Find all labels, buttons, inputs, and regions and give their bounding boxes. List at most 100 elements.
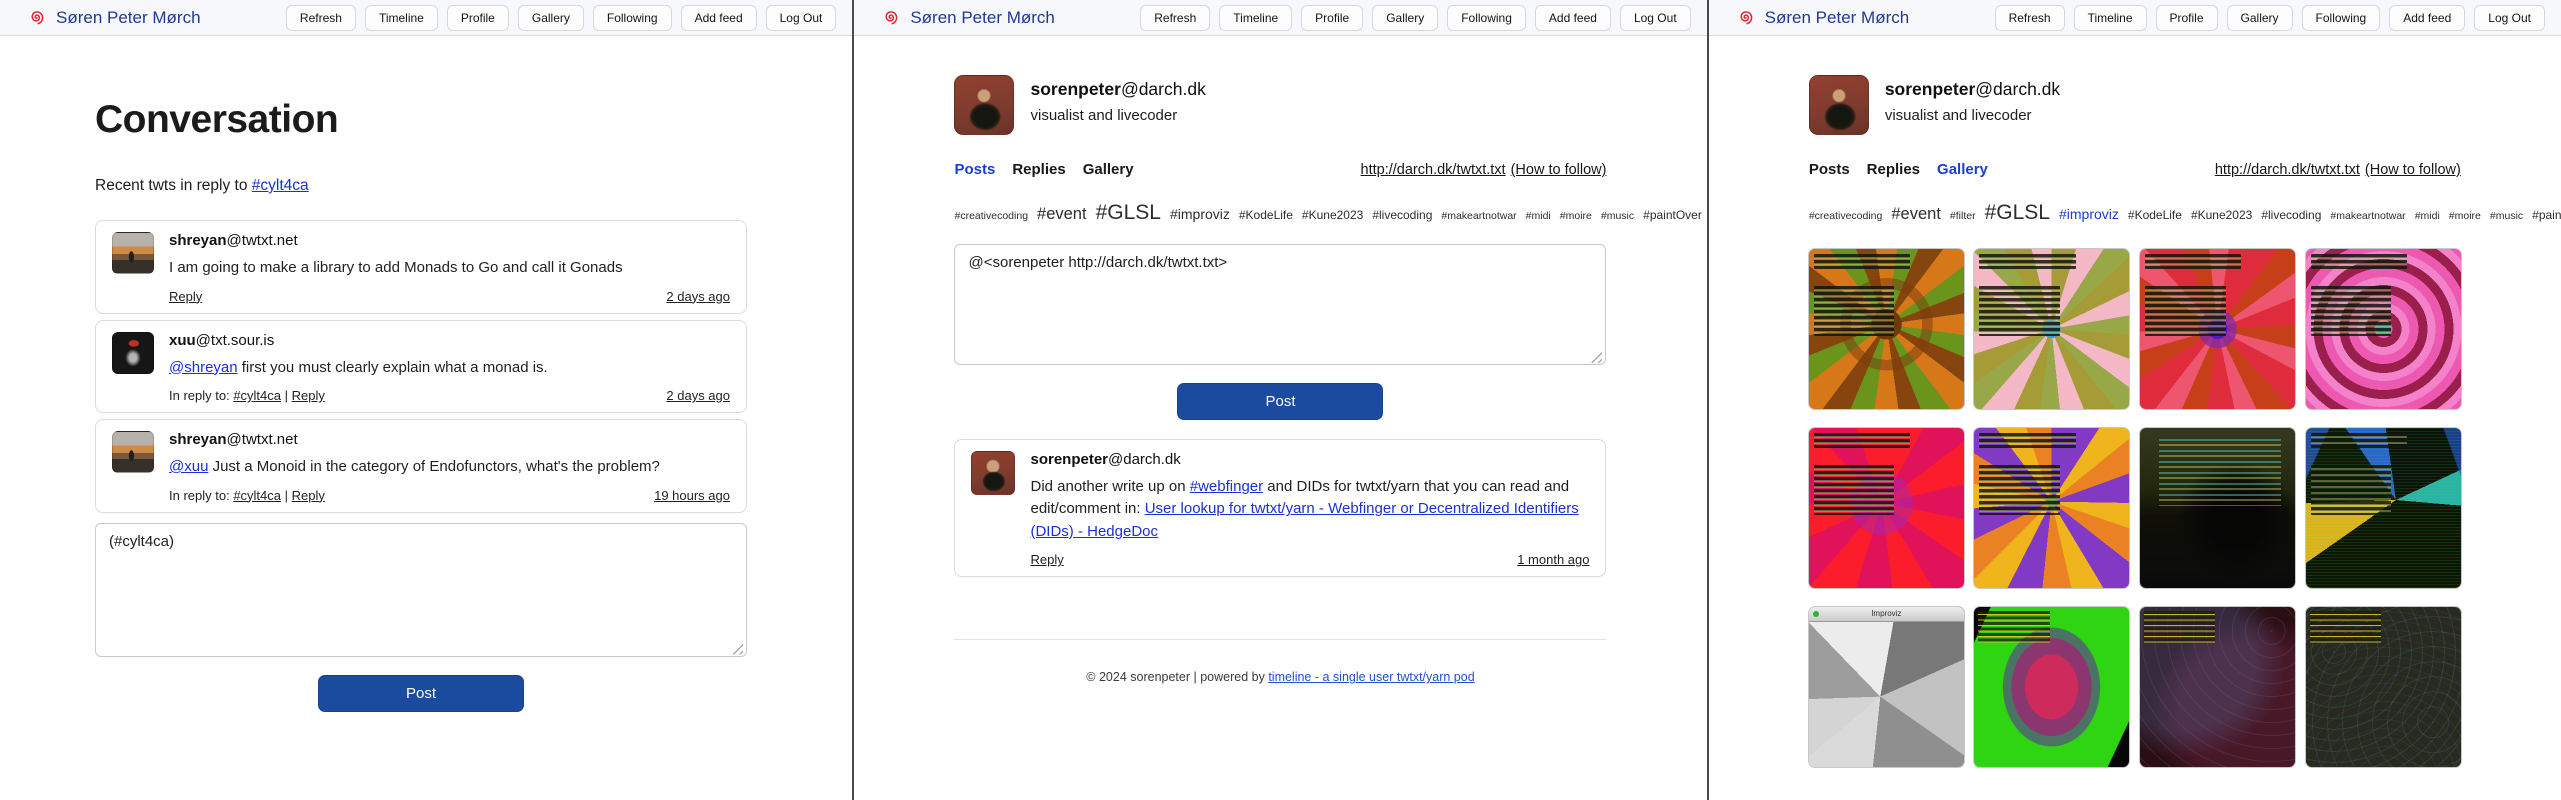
how-to-follow-link[interactable]: (How to follow) [2365,162,2461,178]
nav-button[interactable]: Add feed [681,5,757,31]
composer-textarea[interactable]: (#cylt4ca) [95,523,747,657]
gallery-image[interactable] [1974,428,2129,588]
gallery-image[interactable] [1809,249,1964,409]
timestamp-link[interactable]: 19 hours ago [654,488,730,503]
nav-button[interactable]: Log Out [1620,5,1691,31]
nav-button[interactable]: Timeline [365,5,438,31]
tag-link[interactable]: #paintOver [2532,208,2561,222]
profile-tab[interactable]: Gallery [1083,161,1134,178]
tag-link[interactable]: #GLSL [1096,201,1161,224]
profile-tab[interactable]: Gallery [1937,161,1988,178]
tag-link[interactable]: #improviz [1170,206,1230,222]
avatar[interactable] [971,451,1015,495]
post-button[interactable]: Post [318,675,524,712]
timeline-pod-link[interactable]: timeline - a single user twtxt/yarn pod [1268,670,1474,684]
nav-button[interactable]: Add feed [1535,5,1611,31]
nav-button[interactable]: Profile [447,5,509,31]
tag-link[interactable]: #makeartnotwar [1441,210,1516,222]
tag-link[interactable]: #creativecoding [954,210,1028,222]
tag-link[interactable]: #event [1891,205,1941,223]
tag-link[interactable]: #makeartnotwar [2330,210,2405,222]
nav-button[interactable]: Following [593,5,672,31]
tag-link[interactable]: #filter [1950,210,1976,222]
tag-link[interactable]: #music [1601,210,1634,222]
in-reply-hash-link[interactable]: #cylt4ca [233,388,281,403]
feed-url-link[interactable]: http://darch.dk/twtxt.txt [1361,162,1506,178]
tag-link[interactable]: #KodeLife [1239,208,1293,222]
profile-tab[interactable]: Posts [954,161,995,178]
spiral-logo-icon[interactable] [26,7,47,28]
gallery-image[interactable] [1974,249,2129,409]
gallery-image[interactable] [2306,428,2461,588]
conversation-hash-link[interactable]: #cylt4ca [252,177,309,194]
timestamp-link[interactable]: 2 days ago [666,388,730,403]
gallery-image[interactable]: Improviz [1809,607,1964,767]
gallery-image[interactable] [2140,607,2295,767]
brand-title[interactable]: Søren Peter Mørch [1765,8,1910,28]
brand-title[interactable]: Søren Peter Mørch [910,8,1055,28]
gallery-image[interactable] [2140,428,2295,588]
nav-button[interactable]: Profile [2156,5,2218,31]
nav-button[interactable]: Refresh [1140,5,1210,31]
spiral-logo-icon[interactable] [1735,7,1756,28]
tag-link[interactable]: #paintOver [1643,208,1702,222]
tag-link[interactable]: #Kune2023 [2191,208,2252,222]
post-button[interactable]: Post [1177,383,1383,420]
nav-button[interactable]: Add feed [2389,5,2465,31]
profile-avatar[interactable] [954,75,1014,135]
tag-link[interactable]: #improviz [2059,206,2119,222]
code-overlay [2311,286,2392,336]
reply-link[interactable]: Reply [169,289,202,304]
reply-link[interactable]: Reply [292,488,325,503]
gallery-image[interactable] [2306,249,2461,409]
nav-button[interactable]: Refresh [1995,5,2065,31]
profile-avatar[interactable] [1809,75,1869,135]
tag-link[interactable]: #creativecoding [1809,210,1883,222]
avatar[interactable] [112,431,154,473]
gallery-image[interactable] [1974,607,2129,767]
feed-url-link[interactable]: http://darch.dk/twtxt.txt [2215,162,2360,178]
nav-button[interactable]: Profile [1301,5,1363,31]
reply-link[interactable]: Reply [292,388,325,403]
gallery-image[interactable] [2306,607,2461,767]
tag-link[interactable]: #moire [2449,210,2481,222]
avatar[interactable] [112,232,154,274]
avatar[interactable] [112,332,154,374]
nav-button[interactable]: Gallery [2227,5,2293,31]
tag-link[interactable]: #event [1037,205,1087,223]
nav-button[interactable]: Log Out [766,5,837,31]
mention-link[interactable]: @shreyan [169,359,238,376]
tag-link[interactable]: #music [2490,210,2523,222]
timestamp-link[interactable]: 1 month ago [1517,552,1589,567]
mention-link[interactable]: @xuu [169,458,208,475]
spiral-logo-icon[interactable] [880,7,901,28]
timestamp-link[interactable]: 2 days ago [666,289,730,304]
nav-button[interactable]: Following [2302,5,2381,31]
tag-link[interactable]: #GLSL [1985,201,2050,224]
nav-button[interactable]: Following [1447,5,1526,31]
gallery-image[interactable] [1809,428,1964,588]
profile-tab[interactable]: Replies [1012,161,1065,178]
nav-button[interactable]: Log Out [2474,5,2545,31]
nav-button[interactable]: Timeline [2074,5,2147,31]
tag-link[interactable]: #midi [1526,210,1551,222]
brand-title[interactable]: Søren Peter Mørch [56,8,201,28]
tag-link[interactable]: #midi [2415,210,2440,222]
reply-link[interactable]: Reply [1030,552,1063,567]
nav-button[interactable]: Refresh [286,5,356,31]
webfinger-tag-link[interactable]: #webfinger [1190,478,1263,495]
tag-link[interactable]: #Kune2023 [1302,208,1363,222]
nav-button[interactable]: Gallery [1372,5,1438,31]
how-to-follow-link[interactable]: (How to follow) [1511,162,1607,178]
nav-button[interactable]: Gallery [518,5,584,31]
gallery-image[interactable] [2140,249,2295,409]
in-reply-hash-link[interactable]: #cylt4ca [233,488,281,503]
profile-tab[interactable]: Posts [1809,161,1850,178]
composer-textarea[interactable]: @<sorenpeter http://darch.dk/twtxt.txt> [954,244,1606,365]
tag-link[interactable]: #livecoding [2261,208,2321,222]
tag-link[interactable]: #livecoding [1372,208,1432,222]
tag-link[interactable]: #moire [1560,210,1592,222]
nav-button[interactable]: Timeline [1219,5,1292,31]
profile-tab[interactable]: Replies [1867,161,1920,178]
tag-link[interactable]: #KodeLife [2128,208,2182,222]
